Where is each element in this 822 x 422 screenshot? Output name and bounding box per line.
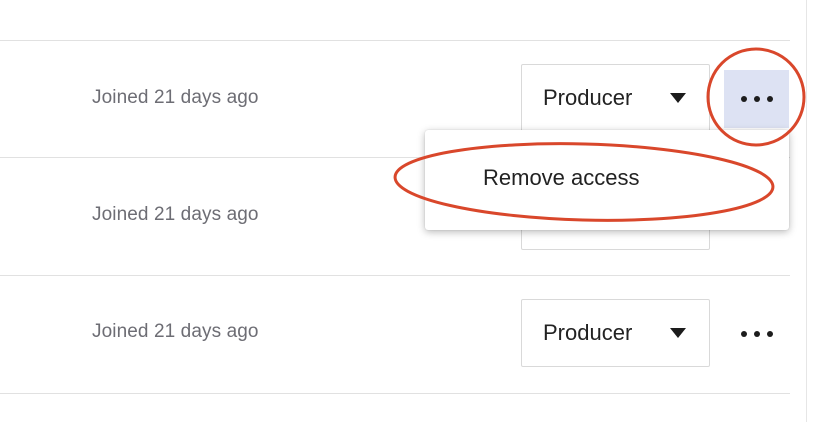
joined-date: Joined 21 days ago [92,87,259,108]
more-horizontal-icon [740,96,773,102]
member-row: Joined 21 days ago Producer [0,276,790,392]
more-options-menu: Remove access [425,130,789,230]
role-select[interactable]: Producer [521,299,710,367]
scrollbar-track [806,0,807,422]
joined-date: Joined 21 days ago [92,204,259,225]
remove-access-menu-item[interactable]: Remove access [425,130,789,230]
more-options-button[interactable] [724,305,789,363]
team-members-panel: Joined 21 days ago Producer Joined 21 da… [0,0,822,422]
role-select-value: Producer [543,320,633,345]
joined-date: Joined 21 days ago [92,321,259,342]
remove-access-label: Remove access [483,165,640,190]
more-horizontal-icon [740,331,773,337]
caret-down-icon [670,328,686,338]
caret-down-icon [670,93,686,103]
more-options-button[interactable] [724,70,789,128]
role-select[interactable]: Producer [521,64,710,132]
row-divider [0,393,790,394]
role-select-value: Producer [543,85,633,110]
